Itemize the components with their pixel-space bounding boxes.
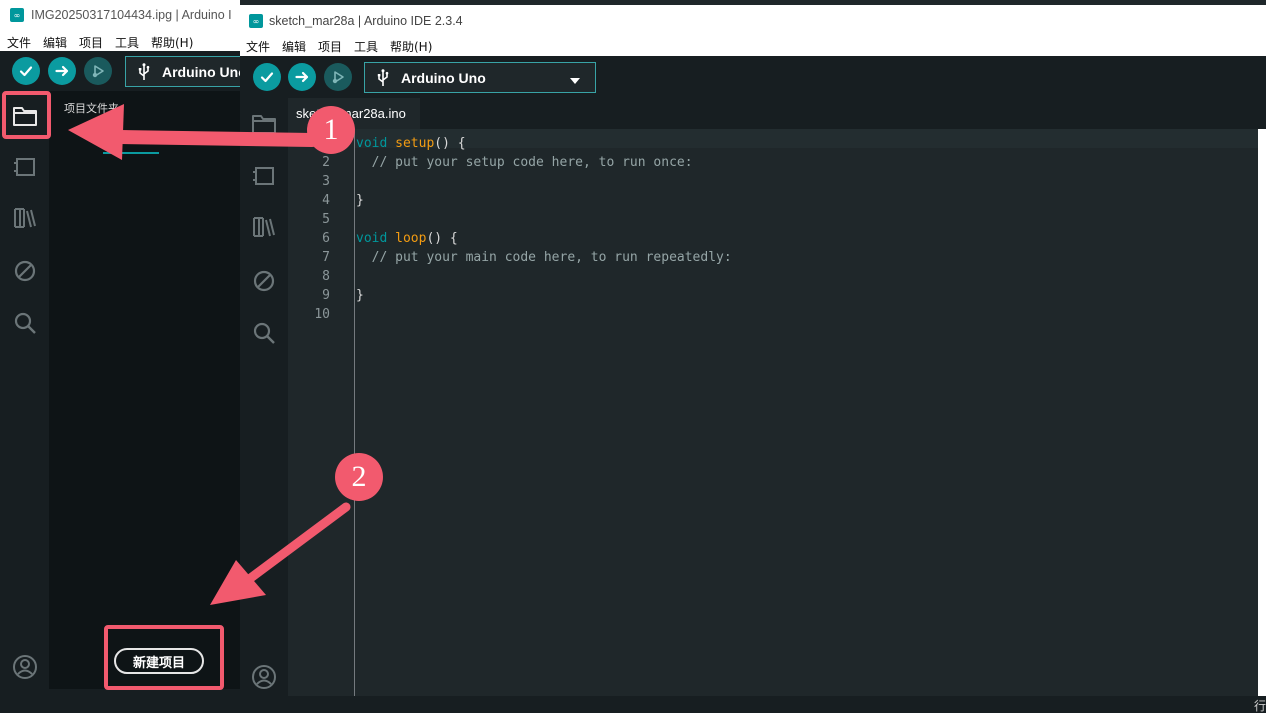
arrow-2-head <box>210 560 266 605</box>
step-1-badge: 1 <box>307 106 355 154</box>
arrow-1-head <box>68 104 124 160</box>
step-2-badge: 2 <box>335 453 383 501</box>
annotation-arrows <box>68 104 351 605</box>
arrow-1-shaft <box>113 130 319 147</box>
arrow-2-shaft <box>243 502 351 585</box>
